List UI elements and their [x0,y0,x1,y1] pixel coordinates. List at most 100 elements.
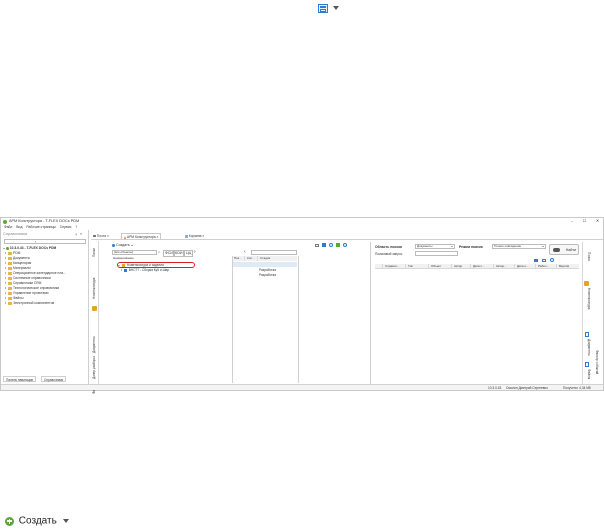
col-author[interactable]: Автор [453,264,471,269]
filter-select[interactable]: (все объекты) [112,250,157,255]
menu-file[interactable]: Файл [4,225,12,229]
table-row[interactable]: ВНСТ? - Сборка КуК и Шар [121,268,169,273]
search-query-label: Поисковый запрос [375,252,403,256]
columns-icon[interactable] [542,258,546,262]
nomenclature-pane: Создать (все объекты) ⌕ ФСИ КОИ ЦЦ › ‹ Н… [101,242,371,384]
server-icon [5,246,9,250]
create-button[interactable]: Создать [112,243,133,248]
row-stage: Разработка [259,273,276,277]
create-label: Создать [18,515,57,527]
refresh-icon[interactable] [550,258,554,263]
vtab-event-filter[interactable]: Фильтр событий [595,350,599,374]
settings-icon[interactable] [322,243,326,248]
forward-icon[interactable]: › [194,249,196,255]
col-position[interactable]: Поз... [233,256,245,261]
status-user: Смолин Дмитрий Сергеевич [506,386,548,390]
app-logo-icon [3,219,7,224]
vtab-nomenclature-right[interactable]: Номенклатура [587,288,591,309]
nomenclature-root-icon [121,263,125,267]
menu-view[interactable]: Вид [16,225,22,229]
back-icon[interactable]: ‹ [244,249,246,255]
left-panel-title: Справочники [3,231,28,236]
dropdown-arrow-icon[interactable] [62,515,69,527]
tab-references[interactable]: Справочники [41,376,67,382]
top-toolbar [318,4,339,14]
table-row[interactable]: Номенклатура и изделия [118,263,164,267]
grid-header: Поз... Кол... Стадия [233,256,297,261]
left-panel-filter[interactable]: ‹ [4,239,86,244]
splitter[interactable] [232,256,233,383]
grid-settings-icon[interactable] [534,258,538,262]
tree-item-components[interactable]: Электронный компонентов [5,301,54,306]
vtab-documents-right[interactable]: Документы [587,339,591,355]
constructor-icon [124,235,126,239]
close-button[interactable]: ✕ [596,218,599,225]
tab-close-icon: × [107,234,109,238]
left-panel: Справочники ᚁ × ‹ 10.3.0.43 - T-FLEX DOC… [1,230,89,384]
tab-trash[interactable]: Корзина × [183,233,206,239]
col-name[interactable]: Наименование [112,256,232,261]
panel-close-icon[interactable]: × [80,231,82,237]
menu-help[interactable]: ? [75,225,77,229]
mail-icon [93,234,96,238]
vtab-folders[interactable]: Папки [92,248,96,257]
col-type[interactable]: Тип [407,264,429,269]
folder-icon [7,266,12,270]
folder-icon [7,276,12,280]
folder-icon [7,296,12,300]
tab-navigation-panel[interactable]: Панель навигации [3,376,37,382]
col-author-modified[interactable]: Автор... [495,264,515,269]
export-icon[interactable] [336,243,340,248]
results-header: Справоч... Тип Объект Автор Дата с... Ав… [375,264,579,269]
minimize-button[interactable]: – [571,218,573,225]
nomenclature-icon [584,281,589,286]
col-quantity[interactable]: Кол... [246,256,258,261]
find-button[interactable]: Найти [549,244,579,255]
folder-icon [7,261,12,265]
menu-workpages[interactable]: Рабочие страницы [26,225,55,229]
back-icon[interactable]: ‹ [35,240,36,243]
col-date-created[interactable]: Дата с... [472,264,494,269]
maximize-button[interactable]: ☐ [583,218,586,225]
search-mode-select[interactable]: Точное совпадение [492,244,546,249]
bottom-create-button[interactable]: Создать [5,515,69,527]
col-reference[interactable]: Справоч... [384,264,406,269]
menu-service[interactable]: Сервис [60,225,72,229]
file-icon [585,362,589,367]
folder-icon [7,301,12,305]
refresh-icon[interactable] [329,243,333,248]
pin-icon[interactable]: ᚁ [75,231,77,237]
vtab-files-right[interactable]: Файлы [587,369,591,379]
col-version[interactable]: Версия [558,264,579,269]
tab-mail[interactable]: Почта × [91,233,111,239]
filter-funnel-icon[interactable]: ⌕ [158,250,160,255]
tab-close-icon: × [202,234,205,238]
folder-icon [7,291,12,295]
pane-toolbar [315,243,347,248]
vtab-documents[interactable]: Документы [92,337,96,353]
create-icon [5,516,14,526]
col-date-modified[interactable]: Дата о... [516,264,536,269]
row-name: ВНСТ? - Сборка КуК и Шар [128,268,170,272]
search-query-input[interactable] [415,251,458,256]
vtab-search[interactable]: Поиск [587,252,591,261]
view-options-icon[interactable] [315,243,319,247]
window-list-icon[interactable] [318,4,328,13]
trash-icon [185,234,188,238]
sync-icon[interactable] [343,243,347,248]
col-object[interactable]: Объект [430,264,452,269]
vtab-child-items[interactable]: Дочер.разборы [92,356,96,379]
secondary-filter[interactable] [251,250,297,255]
vtab-nomenclature[interactable]: Номенклатура [92,278,96,299]
col-workspace[interactable]: Рабоч... [537,264,557,269]
folder-icon [7,281,12,285]
search-area-select[interactable]: Документы [415,244,455,249]
tab-arm-constructor[interactable]: АРМ Конструктора × [121,233,162,239]
splitter[interactable] [298,256,299,383]
col-checkbox[interactable] [375,264,383,269]
dropdown-arrow-icon[interactable] [333,6,339,11]
status-bar: 10.3.0.43 Смолин Дмитрий Сергеевич Получ… [1,384,603,390]
window-title: АРМ Конструктора - T-FLEX DOCs PDM [9,219,80,223]
col-stage[interactable]: Стадия [259,256,297,261]
document-icon [585,332,589,337]
